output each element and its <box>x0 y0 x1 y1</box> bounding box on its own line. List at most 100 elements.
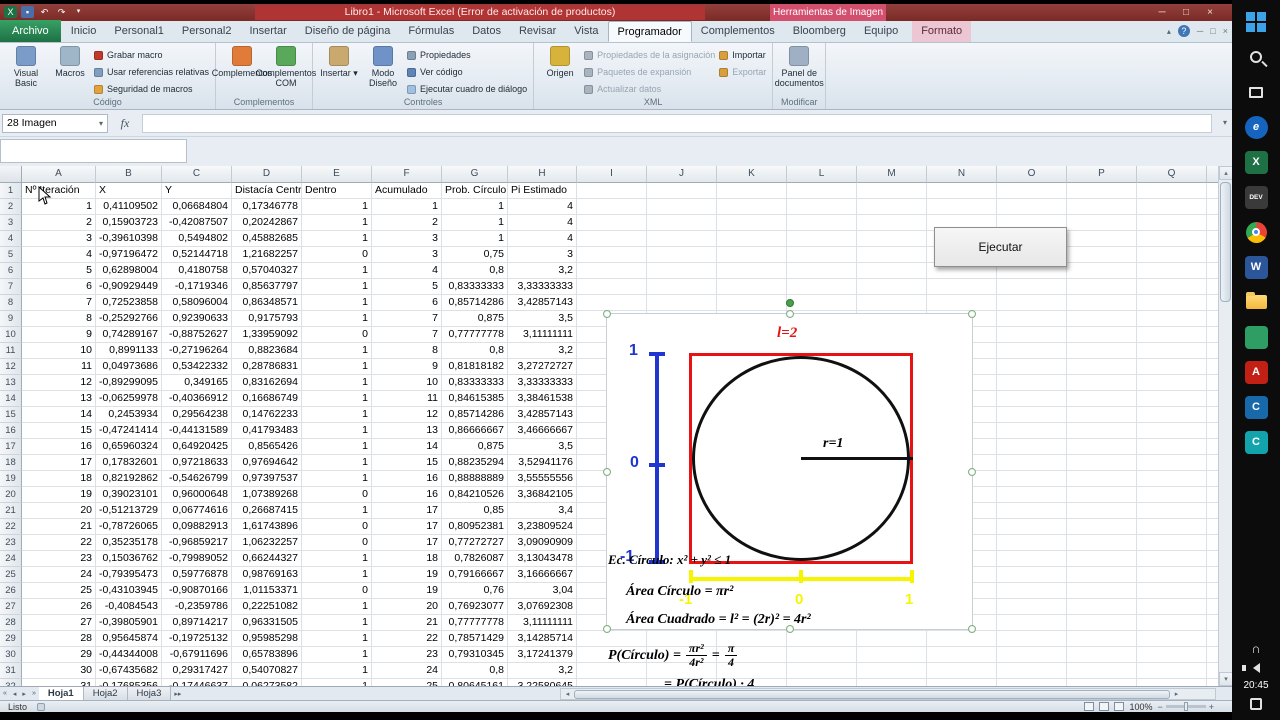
cell-A10[interactable]: 9 <box>22 327 96 343</box>
cell-D30[interactable]: 0,65783896 <box>232 647 302 663</box>
cell-H24[interactable]: 3,13043478 <box>508 551 577 567</box>
cell-Q16[interactable] <box>1137 423 1207 439</box>
cell-L4[interactable] <box>787 231 857 247</box>
cell-B30[interactable]: -0,44344008 <box>96 647 162 663</box>
col-header-H[interactable]: H <box>508 166 577 183</box>
cell-C21[interactable]: 0,06774616 <box>162 503 232 519</box>
app-c-blue-icon[interactable]: C <box>1244 395 1268 419</box>
cell-B13[interactable]: -0,89299095 <box>96 375 162 391</box>
cell-H4[interactable]: 4 <box>508 231 577 247</box>
cell-A1[interactable]: Nº Iteración <box>22 183 96 199</box>
cell-Q28[interactable] <box>1137 615 1207 631</box>
cell-H14[interactable]: 3,38461538 <box>508 391 577 407</box>
cell-D31[interactable]: 0,54070827 <box>232 663 302 679</box>
cell-I4[interactable] <box>577 231 647 247</box>
row-header-24[interactable]: 24 <box>0 551 22 567</box>
cell-R20[interactable] <box>1207 487 1218 503</box>
col-header-M[interactable]: M <box>857 166 927 183</box>
cell-E28[interactable]: 1 <box>302 615 372 631</box>
cell-M3[interactable] <box>857 215 927 231</box>
cell-P30[interactable] <box>1067 647 1137 663</box>
cell-D2[interactable]: 0,17346778 <box>232 199 302 215</box>
cell-H9[interactable]: 3,5 <box>508 311 577 327</box>
cell-Q15[interactable] <box>1137 407 1207 423</box>
zoom-thumb[interactable] <box>1183 702 1188 711</box>
row-header-5[interactable]: 5 <box>0 247 22 263</box>
cell-R10[interactable] <box>1207 327 1218 343</box>
cell-G8[interactable]: 0,85714286 <box>442 295 508 311</box>
cell-D19[interactable]: 0,97397537 <box>232 471 302 487</box>
cell-G9[interactable]: 0,875 <box>442 311 508 327</box>
selection-handle[interactable] <box>968 625 976 633</box>
cell-H16[interactable]: 3,46666667 <box>508 423 577 439</box>
ejecutar-cuadro-de-dialogo-button[interactable]: Ejecutar cuadro de diálogo <box>407 82 527 96</box>
row-header-23[interactable]: 23 <box>0 535 22 551</box>
cell-F4[interactable]: 3 <box>372 231 442 247</box>
cell-F1[interactable]: Acumulado <box>372 183 442 199</box>
cell-C9[interactable]: 0,92390633 <box>162 311 232 327</box>
cell-L8[interactable] <box>787 295 857 311</box>
cell-H18[interactable]: 3,52941176 <box>508 455 577 471</box>
cell-C15[interactable]: 0,29564238 <box>162 407 232 423</box>
cell-O21[interactable] <box>997 503 1067 519</box>
cell-M6[interactable] <box>857 263 927 279</box>
start-button[interactable] <box>1244 10 1268 34</box>
cell-J1[interactable] <box>647 183 717 199</box>
help-icon[interactable]: ? <box>1177 25 1190 37</box>
scroll-down-icon[interactable]: ▾ <box>1219 672 1233 686</box>
cell-B20[interactable]: 0,39023101 <box>96 487 162 503</box>
cell-R8[interactable] <box>1207 295 1218 311</box>
cell-M29[interactable] <box>857 631 927 647</box>
cell-H10[interactable]: 3,11111111 <box>508 327 577 343</box>
cell-K3[interactable] <box>717 215 787 231</box>
cell-C1[interactable]: Y <box>162 183 232 199</box>
tab-equipo[interactable]: Equipo <box>855 21 907 42</box>
dev-app-icon[interactable]: DEV <box>1244 185 1268 209</box>
cell-G17[interactable]: 0,875 <box>442 439 508 455</box>
cell-G16[interactable]: 0,86666667 <box>442 423 508 439</box>
task-view-icon[interactable] <box>1244 80 1268 104</box>
cell-R13[interactable] <box>1207 375 1218 391</box>
row-header-19[interactable]: 19 <box>0 471 22 487</box>
tab-fórmulas[interactable]: Fórmulas <box>399 21 463 42</box>
cell-O27[interactable] <box>997 599 1067 615</box>
cell-B6[interactable]: 0,62898004 <box>96 263 162 279</box>
col-header-N[interactable]: N <box>927 166 997 183</box>
cell-F26[interactable]: 19 <box>372 583 442 599</box>
cell-M5[interactable] <box>857 247 927 263</box>
cell-C6[interactable]: 0,4180758 <box>162 263 232 279</box>
app-c-teal-icon[interactable]: C <box>1244 430 1268 454</box>
taskbar-clock[interactable]: 20:45 <box>1243 680 1268 691</box>
sheet-tab-hoja1[interactable]: Hoja1 <box>38 687 84 700</box>
cell-Q5[interactable] <box>1137 247 1207 263</box>
cell-Q26[interactable] <box>1137 583 1207 599</box>
cell-M4[interactable] <box>857 231 927 247</box>
workbook-restore-button[interactable]: □ <box>1210 26 1215 36</box>
cell-C13[interactable]: 0,349165 <box>162 375 232 391</box>
cell-B14[interactable]: -0,06259978 <box>96 391 162 407</box>
cell-N29[interactable] <box>927 631 997 647</box>
cell-E3[interactable]: 1 <box>302 215 372 231</box>
qat-dropdown-icon[interactable]: ▾ <box>72 6 85 18</box>
cell-B8[interactable]: 0,72523858 <box>96 295 162 311</box>
cell-C25[interactable]: 0,59776878 <box>162 567 232 583</box>
cell-E18[interactable]: 1 <box>302 455 372 471</box>
row-header-32[interactable]: 32 <box>0 679 22 686</box>
cell-E7[interactable]: 1 <box>302 279 372 295</box>
col-header-A[interactable]: A <box>22 166 96 183</box>
workbook-close-button[interactable]: × <box>1223 26 1228 36</box>
cell-C19[interactable]: -0,54626799 <box>162 471 232 487</box>
cell-D29[interactable]: 0,95985298 <box>232 631 302 647</box>
cell-H7[interactable]: 3,33333333 <box>508 279 577 295</box>
cell-D3[interactable]: 0,20242867 <box>232 215 302 231</box>
vertical-scrollbar[interactable]: ▴ ▾ <box>1218 166 1233 686</box>
cell-P6[interactable] <box>1067 263 1137 279</box>
view-normal-icon[interactable] <box>1084 702 1095 711</box>
row-header-15[interactable]: 15 <box>0 407 22 423</box>
cell-D12[interactable]: 0,28786831 <box>232 359 302 375</box>
cell-L6[interactable] <box>787 263 857 279</box>
cell-K2[interactable] <box>717 199 787 215</box>
cell-F25[interactable]: 19 <box>372 567 442 583</box>
row-header-3[interactable]: 3 <box>0 215 22 231</box>
cell-I2[interactable] <box>577 199 647 215</box>
